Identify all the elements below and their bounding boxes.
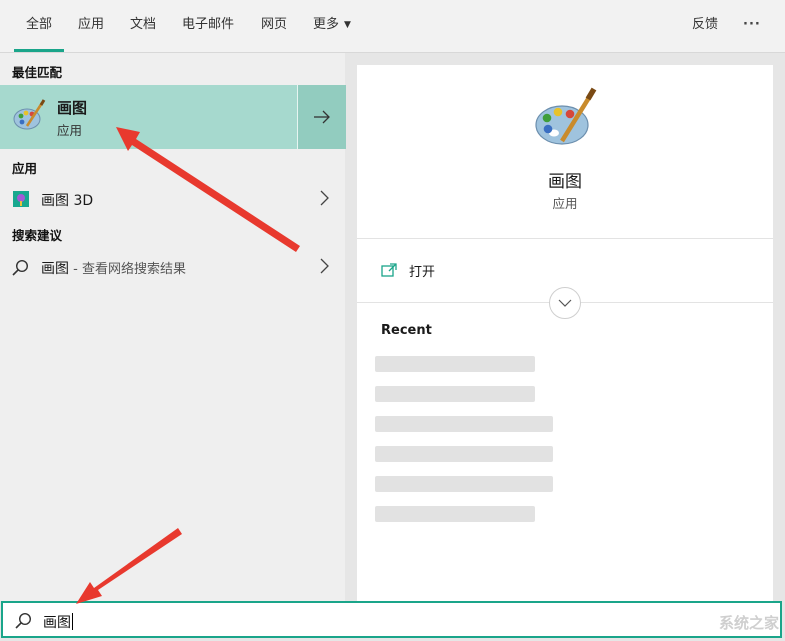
chevron-down-icon: ▼ xyxy=(344,20,351,30)
search-suggestions-label: 搜索建议 xyxy=(12,228,63,243)
apps-section-label: 应用 xyxy=(12,161,38,176)
suggestion-suffix: - 查看网络搜索结果 xyxy=(69,262,186,277)
search-icon xyxy=(15,612,32,629)
results-panel: 最佳匹配 画图 应用 应用 画图 3D 搜索建议 画图 - 查看网络搜索结果 xyxy=(0,53,346,601)
app-result-paint3d[interactable]: 画图 3D xyxy=(0,182,345,216)
open-action[interactable]: 打开 xyxy=(381,259,435,281)
expand-button[interactable] xyxy=(549,287,581,319)
preview-title: 画图 xyxy=(548,172,582,192)
recent-label: Recent xyxy=(381,323,432,338)
feedback-button[interactable]: 反馈 xyxy=(692,0,718,52)
web-suggestion-item[interactable]: 画图 - 查看网络搜索结果 xyxy=(0,250,345,284)
search-box[interactable]: 画图 xyxy=(1,601,782,638)
filter-tab-bar: 全部 应用 文档 电子邮件 网页 更多 ▼ 反馈 ··· xyxy=(0,0,785,53)
open-label: 打开 xyxy=(409,264,436,280)
tab-more-label: 更多 xyxy=(313,17,340,32)
app-result-label: 画图 3D xyxy=(41,193,94,209)
paint3d-icon xyxy=(13,191,29,207)
preview-panel: 画图 应用 打开 Recent xyxy=(357,65,773,601)
tab-email[interactable]: 电子邮件 xyxy=(182,0,234,52)
search-input[interactable]: 画图 xyxy=(43,615,71,631)
tab-web[interactable]: 网页 xyxy=(261,0,287,52)
paint-palette-icon xyxy=(535,87,597,145)
open-icon xyxy=(381,263,397,277)
suggestion-term: 画图 xyxy=(41,261,69,277)
best-match-label: 最佳匹配 xyxy=(12,65,63,80)
more-options-button[interactable]: ··· xyxy=(743,0,761,52)
preview-subtitle: 应用 xyxy=(552,196,578,211)
best-match-subtitle: 应用 xyxy=(57,123,83,138)
open-details-button[interactable] xyxy=(297,85,346,149)
arrow-right-icon xyxy=(314,110,330,124)
divider xyxy=(357,238,773,239)
tab-documents[interactable]: 文档 xyxy=(130,0,156,52)
tab-more[interactable]: 更多 ▼ xyxy=(313,0,351,52)
tab-apps[interactable]: 应用 xyxy=(78,0,104,52)
best-match-title: 画图 xyxy=(57,99,88,117)
search-icon xyxy=(12,259,29,276)
chevron-right-icon xyxy=(320,258,329,274)
recent-files-list-redacted xyxy=(375,352,555,542)
best-match-item[interactable]: 画图 应用 xyxy=(0,85,297,149)
chevron-down-icon xyxy=(558,299,572,307)
text-caret xyxy=(72,613,73,630)
chevron-right-icon xyxy=(320,190,329,206)
tab-all[interactable]: 全部 xyxy=(13,0,65,52)
paint-palette-icon xyxy=(13,99,46,130)
watermark: 系统之家 xyxy=(718,614,779,632)
